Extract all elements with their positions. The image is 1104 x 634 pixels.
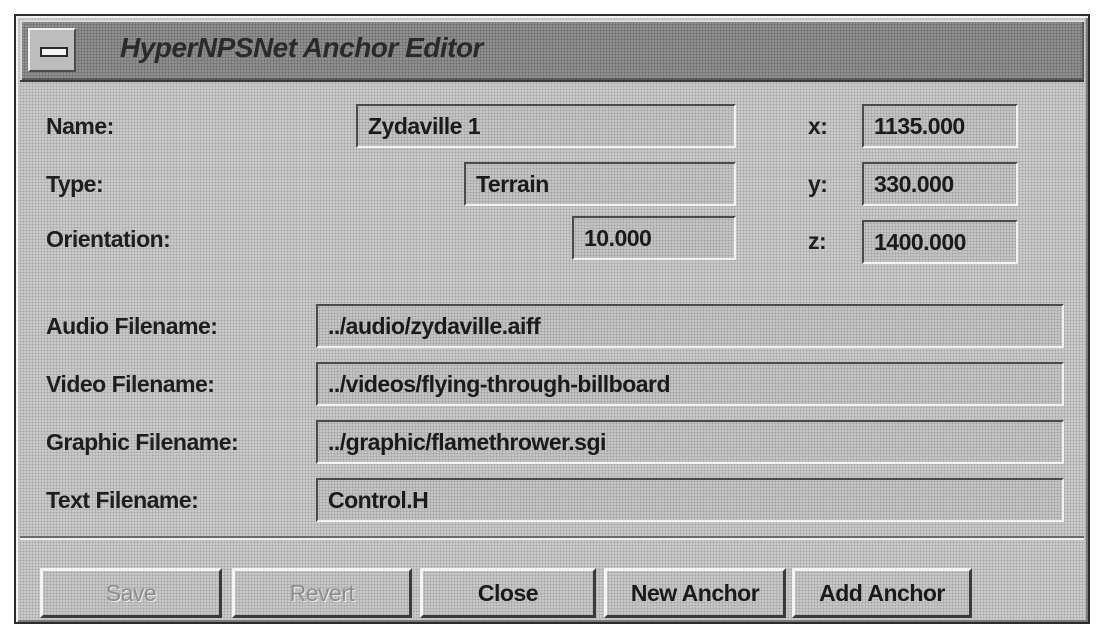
z-field[interactable]: 1400.000 xyxy=(862,220,1018,264)
text-filename-label: Text Filename: xyxy=(46,487,199,513)
add-anchor-button[interactable]: Add Anchor xyxy=(792,568,972,618)
type-label: Type: xyxy=(46,171,104,197)
audio-filename-field[interactable]: ../audio/zydaville.aiff xyxy=(316,304,1064,348)
type-field[interactable]: Terrain xyxy=(464,162,736,206)
button-separator xyxy=(20,536,1084,540)
audio-filename-label: Audio Filename: xyxy=(46,313,218,339)
y-label: y: xyxy=(808,171,828,197)
x-field[interactable]: 1135.000 xyxy=(862,104,1018,148)
name-label: Name: xyxy=(46,113,114,139)
name-field[interactable]: Zydaville 1 xyxy=(356,104,736,148)
close-button[interactable]: Close xyxy=(420,568,596,618)
z-label: z: xyxy=(808,228,827,254)
graphic-filename-field[interactable]: ../graphic/flamethrower.sgi xyxy=(316,420,1064,464)
orientation-field[interactable]: 10.000 xyxy=(572,216,736,260)
window-menu-icon xyxy=(40,47,68,57)
save-button[interactable]: Save xyxy=(40,568,222,618)
text-filename-field[interactable]: Control.H xyxy=(316,478,1064,522)
orientation-label: Orientation: xyxy=(46,226,171,252)
revert-button[interactable]: Revert xyxy=(232,568,412,618)
video-filename-label: Video Filename: xyxy=(46,371,215,397)
y-field[interactable]: 330.000 xyxy=(862,162,1018,206)
window-menu-button[interactable] xyxy=(28,28,76,72)
video-filename-field[interactable]: ../videos/flying-through-billboard xyxy=(316,362,1064,406)
window-title: HyperNPSNet Anchor Editor xyxy=(120,32,483,63)
graphic-filename-label: Graphic Filename: xyxy=(46,429,239,455)
title-bar[interactable]: HyperNPSNet Anchor Editor xyxy=(20,20,1084,82)
anchor-editor-window: HyperNPSNet Anchor Editor Name: Zydavill… xyxy=(14,14,1090,624)
x-label: x: xyxy=(808,113,828,139)
new-anchor-button[interactable]: New Anchor xyxy=(604,568,786,618)
